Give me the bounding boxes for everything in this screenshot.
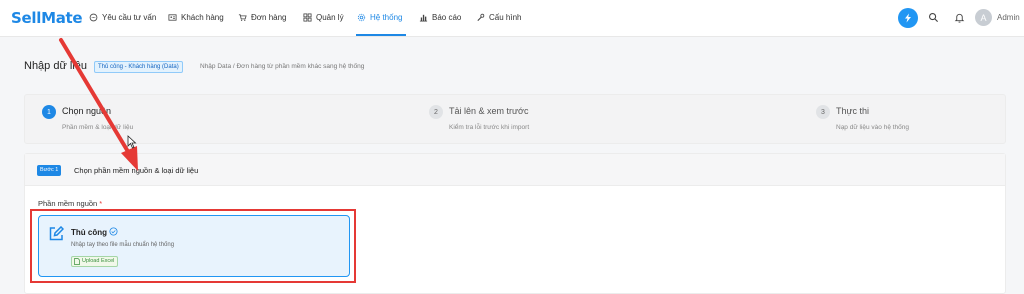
step-subtitle: Kiểm tra lỗi trước khi import <box>449 124 530 131</box>
source-software-label: Phần mềm nguồn * <box>38 199 102 208</box>
wrench-icon <box>477 13 485 22</box>
nav-item-customers[interactable]: Khách hàng <box>168 13 224 22</box>
import-mode-badge: Thủ công - Khách hàng (Data) <box>94 61 183 73</box>
page-title: Nhập dữ liệu <box>24 60 88 72</box>
grid-icon <box>303 13 312 22</box>
sellmate-logo[interactable]: SellMate <box>11 9 83 27</box>
step-title: Chọn nguồn <box>62 106 112 116</box>
nav-item-consult-requests[interactable]: Yêu cầu tư vấn <box>89 13 156 22</box>
search-icon[interactable] <box>928 12 939 23</box>
logo-text-suffix: Mate <box>41 9 83 27</box>
cart-icon <box>238 14 247 21</box>
nav-item-label: Cấu hình <box>489 13 522 22</box>
nav-item-management[interactable]: Quản lý <box>303 13 344 22</box>
chat-icon <box>89 13 98 22</box>
active-tab-indicator <box>356 34 406 36</box>
step-number: 2 <box>429 105 443 119</box>
step-card-header: Bước 1 Chọn phần mềm nguồn & loại dữ liệ… <box>25 154 1005 186</box>
nav-item-orders[interactable]: Đơn hàng <box>238 13 287 22</box>
avatar[interactable]: A <box>975 9 992 26</box>
contact-card-icon <box>168 14 177 21</box>
nav-item-label: Hệ thống <box>370 13 403 22</box>
logo-text-prefix: Sell <box>11 9 42 27</box>
nav-item-settings[interactable]: Cấu hình <box>476 13 521 22</box>
nav-item-system[interactable]: Hệ thống <box>357 13 402 22</box>
nav-item-label: Yêu cầu tư vấn <box>102 13 157 22</box>
quick-action-button[interactable] <box>898 8 918 28</box>
step-number: 1 <box>42 105 56 119</box>
nav-item-label: Báo cáo <box>432 13 462 22</box>
step-title: Thực thi <box>836 106 870 116</box>
nav-item-label: Đơn hàng <box>251 13 287 22</box>
lightning-icon <box>905 13 911 23</box>
user-name[interactable]: Admin <box>997 13 1020 22</box>
bar-chart-icon <box>419 14 428 22</box>
step-subtitle: Nạp dữ liệu vào hệ thống <box>836 124 910 131</box>
required-mark: * <box>99 199 103 208</box>
field-label-text: Phần mềm nguồn <box>38 199 98 208</box>
step-badge: Bước 1 <box>37 165 62 176</box>
breadcrumb: Nhập Data / Đơn hàng từ phần mềm khác sa… <box>200 63 365 70</box>
step-number: 3 <box>816 105 830 119</box>
top-navbar: SellMate Yêu cầu tư vấn Khách hàng Đơn h… <box>0 0 1024 37</box>
nav-item-label: Khách hàng <box>181 13 224 22</box>
nav-item-reports[interactable]: Báo cáo <box>419 13 461 22</box>
bell-icon[interactable] <box>954 12 965 23</box>
annotation-highlight-box <box>30 209 356 283</box>
import-steps: 1 Chọn nguồn Phần mềm & loại dữ liệu 2 T… <box>24 94 1006 144</box>
step-subtitle: Phần mềm & loại dữ liệu <box>62 124 134 131</box>
nav-item-label: Quản lý <box>316 13 344 22</box>
gear-icon <box>357 13 366 22</box>
step-title: Tải lên & xem trước <box>449 106 529 116</box>
step-card-title: Chọn phần mềm nguồn & loại dữ liệu <box>74 166 199 175</box>
